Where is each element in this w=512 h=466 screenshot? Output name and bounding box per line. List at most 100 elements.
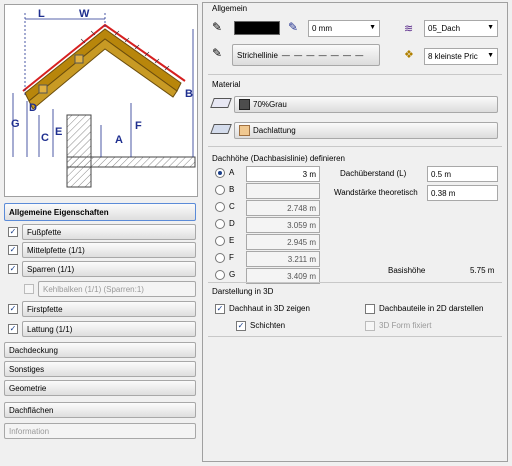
priority-value: 8 kleinste Pric	[428, 52, 478, 61]
section-dachdeckung-label: Dachdeckung	[9, 345, 58, 355]
linetype-button[interactable]: Strichellinie — — — — — — —	[232, 44, 380, 66]
linetype-preview: — — — — — — —	[281, 50, 365, 60]
checkbox-schichten[interactable]: ✓	[236, 321, 246, 331]
section-title-darstellung: Darstellung in 3D	[212, 287, 274, 296]
radio-F[interactable]	[215, 253, 225, 263]
dachhaut-3d-label: Dachhaut in 3D zeigen	[229, 304, 310, 313]
pen-thickness-select[interactable]: 0 mm ▼	[308, 20, 380, 37]
radio-D-label: D	[229, 219, 235, 228]
priority-select[interactable]: 8 kleinste Pric ▼	[424, 48, 498, 65]
checkbox-firstpfette[interactable]: ✓	[8, 304, 18, 314]
pen-color-icon[interactable]: ✎	[212, 20, 228, 34]
radio-A[interactable]	[215, 168, 225, 178]
layer-select[interactable]: 05_Dach ▼	[424, 20, 498, 37]
radio-G[interactable]	[215, 270, 225, 280]
radio-G-label: G	[229, 270, 236, 279]
height-B-input[interactable]	[246, 183, 320, 199]
chevron-down-icon: ▼	[369, 24, 376, 31]
item-firstpfette[interactable]: Firstpfette	[22, 301, 196, 317]
section-title-dachhoehe: Dachhöhe (Dachbasislinie) definieren	[212, 154, 345, 163]
height-G-value: 3.409 m	[287, 271, 316, 281]
purlin-mid	[74, 54, 84, 64]
height-F-input[interactable]: 3.211 m	[246, 251, 320, 267]
basishoehe-label: Basishöhe	[388, 266, 426, 275]
tab-allgemeine-eigenschaften[interactable]: Allgemeine Eigenschaften	[4, 203, 196, 221]
radio-B[interactable]	[215, 185, 225, 195]
item-fusspfette[interactable]: Fußpfette	[22, 224, 196, 240]
section-geometrie[interactable]: Geometrie	[4, 380, 196, 396]
linetype-icon[interactable]: ✎	[212, 46, 222, 60]
section-information-label: Information	[9, 426, 50, 436]
ueberstand-input[interactable]: 0.5 m	[427, 166, 498, 182]
item-lattung[interactable]: Lattung (1/1)	[22, 321, 196, 337]
schichten-label: Schichten	[250, 321, 286, 330]
material-surface-icon[interactable]	[210, 98, 232, 108]
checkbox-dachbauteile-2d[interactable]	[365, 304, 375, 314]
tab-allgemeine-eigenschaften-label: Allgemeine Eigenschaften	[9, 207, 109, 217]
radio-F-label: F	[229, 253, 234, 262]
dim-label-F: F	[135, 120, 142, 132]
material2-swatch	[239, 125, 250, 136]
pen-thickness-value: 0 mm	[312, 24, 332, 33]
layer-icon[interactable]: ≋	[404, 22, 413, 35]
checkbox-3d-form-fixiert[interactable]	[365, 321, 375, 331]
height-C-input[interactable]: 2.748 m	[246, 200, 320, 216]
roof-diagram-panel: L W B G D C E A F	[4, 4, 198, 197]
section-sonstiges[interactable]: Sonstiges	[4, 361, 196, 377]
purlin-left	[38, 84, 48, 94]
linetype-label: Strichellinie	[237, 50, 278, 60]
item-fusspfette-label: Fußpfette	[27, 227, 62, 237]
item-lattung-label: Lattung (1/1)	[27, 324, 73, 334]
section-information[interactable]: Information	[4, 423, 196, 439]
checkbox-sparren[interactable]: ✓	[8, 264, 18, 274]
section-title-material: Material	[212, 80, 241, 89]
pen-color-swatch[interactable]	[234, 21, 280, 35]
radio-E[interactable]	[215, 236, 225, 246]
layer-value: 05_Dach	[428, 24, 461, 33]
ueberstand-value: 0.5 m	[431, 169, 452, 179]
section-dachflaechen[interactable]: Dachflächen	[4, 402, 196, 418]
checkbox-lattung[interactable]: ✓	[8, 324, 18, 334]
item-sparren[interactable]: Sparren (1/1)	[22, 261, 196, 277]
radio-C-label: C	[229, 202, 235, 211]
roof-section-diagram: L W B G D C E A F	[11, 8, 196, 188]
pen-thickness-icon[interactable]: ✎	[288, 20, 298, 34]
item-kehlbalken-label: Kehlbalken (1/1) (Sparren:1)	[43, 284, 144, 294]
height-D-value: 3.059 m	[287, 220, 316, 230]
height-D-input[interactable]: 3.059 m	[246, 217, 320, 233]
basishoehe-value: 5.75 m	[470, 266, 495, 275]
3d-form-fixiert-label: 3D Form fixiert	[379, 321, 432, 330]
section-geometrie-label: Geometrie	[9, 383, 47, 393]
radio-D[interactable]	[215, 219, 225, 229]
checkbox-fusspfette[interactable]: ✓	[8, 227, 18, 237]
checkbox-kehlbalken[interactable]	[24, 284, 34, 294]
material2-label: Dachlattung	[253, 126, 296, 135]
checkbox-mittelpfette[interactable]: ✓	[8, 245, 18, 255]
dim-label-C: C	[41, 132, 49, 144]
wandstaerke-input[interactable]: 0.38 m	[427, 185, 498, 201]
dim-label-A: A	[115, 134, 123, 146]
wandstaerke-value: 0.38 m	[431, 188, 456, 198]
checkbox-dachhaut-3d[interactable]: ✓	[215, 304, 225, 314]
height-A-input[interactable]: 3 m	[246, 166, 320, 182]
material1-button[interactable]: 70%Grau	[234, 96, 498, 113]
item-kehlbalken[interactable]: Kehlbalken (1/1) (Sparren:1)	[38, 281, 196, 297]
chevron-down-icon: ▼	[487, 52, 494, 59]
height-F-value: 3.211 m	[287, 254, 316, 264]
material-layer-icon[interactable]	[210, 124, 232, 134]
section-title-allgemein: Allgemein	[212, 4, 248, 13]
dim-label-G: G	[11, 118, 20, 130]
section-sonstiges-label: Sonstiges	[9, 364, 45, 374]
priority-icon[interactable]: ❖	[404, 48, 414, 61]
radio-C[interactable]	[215, 202, 225, 212]
ueberstand-label: Dachüberstand (L)	[340, 169, 407, 178]
divider-darstellung	[208, 336, 502, 337]
material2-button[interactable]: Dachlattung	[234, 122, 498, 139]
height-E-value: 2.945 m	[287, 237, 316, 247]
dim-label-B: B	[185, 88, 193, 100]
section-dachdeckung[interactable]: Dachdeckung	[4, 342, 196, 358]
height-E-input[interactable]: 2.945 m	[246, 234, 320, 250]
height-C-value: 2.748 m	[287, 203, 316, 213]
item-mittelpfette[interactable]: Mittelpfette (1/1)	[22, 242, 196, 258]
radio-E-label: E	[229, 236, 235, 245]
